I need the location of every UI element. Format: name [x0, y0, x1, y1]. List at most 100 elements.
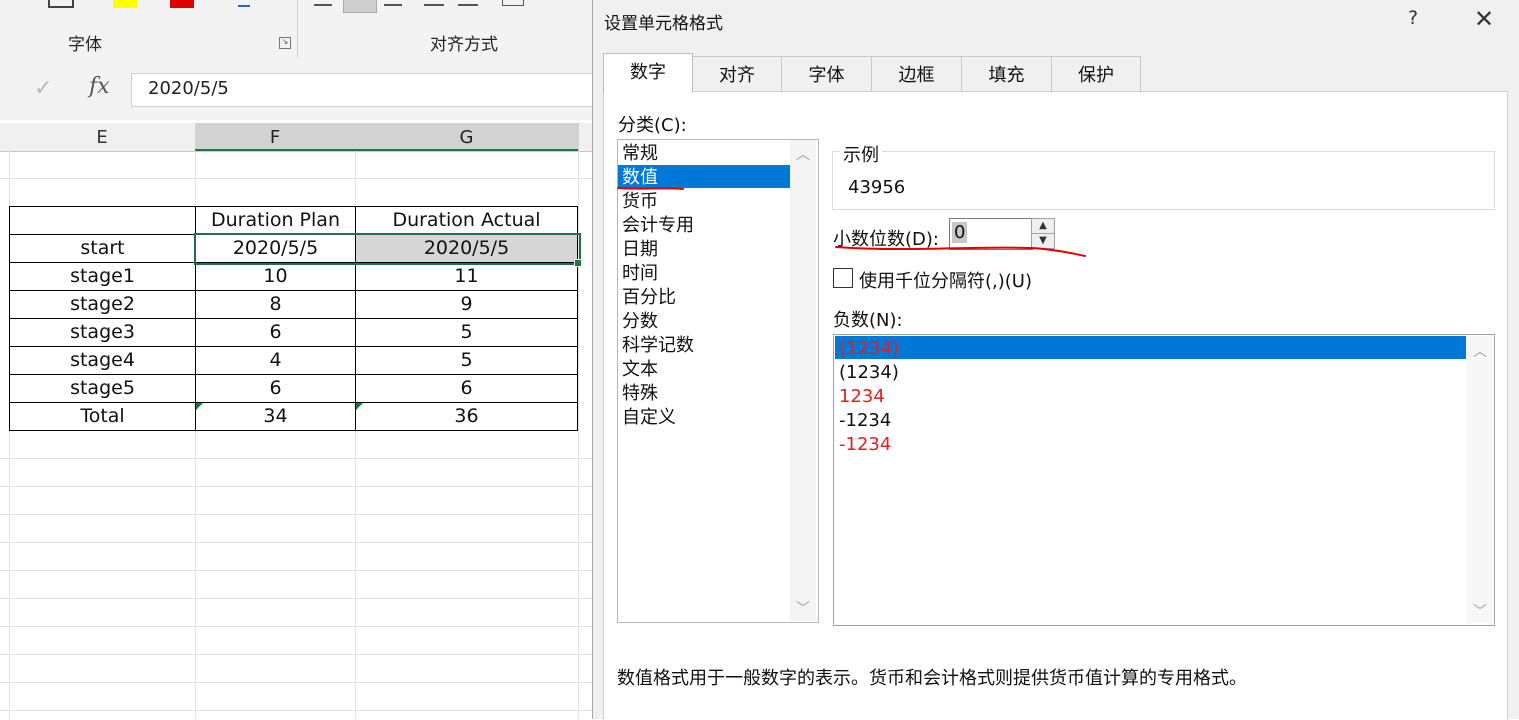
table-cell[interactable]: 8 — [195, 290, 356, 319]
dialog-launcher-icon[interactable]: ↘ — [279, 37, 291, 49]
category-item[interactable]: 时间 — [622, 262, 658, 286]
chevron-down-icon[interactable]: ﹀ — [1473, 601, 1487, 621]
tab-number[interactable]: 数字 — [603, 53, 693, 93]
category-item[interactable]: 日期 — [622, 238, 658, 262]
gridline — [0, 598, 592, 599]
row-label-cell[interactable]: stage3 — [9, 318, 196, 347]
negative-list-scrollbar[interactable] — [1467, 336, 1492, 623]
category-item[interactable]: 百分比 — [622, 286, 676, 310]
gridline — [0, 486, 592, 487]
table-cell[interactable]: 6 — [195, 318, 356, 347]
table-cell[interactable] — [9, 206, 196, 235]
gridline — [0, 458, 592, 459]
tab-font[interactable]: 字体 — [781, 56, 872, 92]
category-scrollbar[interactable] — [790, 140, 816, 621]
negative-option[interactable]: -1234 — [839, 433, 891, 457]
table-header-cell[interactable]: Duration Plan — [195, 206, 356, 235]
gridline — [0, 570, 592, 571]
merge-center-icon[interactable] — [502, 0, 524, 6]
negative-option[interactable]: (1234) — [839, 361, 899, 385]
fill-color-icon[interactable] — [113, 0, 137, 8]
decrease-indent-icon[interactable] — [424, 0, 444, 6]
group-divider — [297, 0, 298, 58]
category-item[interactable]: 科学记数 — [622, 334, 694, 358]
dialog-title: 设置单元格格式 — [604, 14, 723, 34]
category-item-selected[interactable]: 数值 — [622, 166, 658, 190]
thousands-separator-checkbox[interactable] — [833, 268, 853, 288]
table-cell[interactable]: 11 — [355, 262, 578, 291]
category-item[interactable]: 自定义 — [622, 406, 676, 430]
row-label-cell[interactable]: Total — [9, 402, 196, 431]
close-button[interactable]: ✕ — [1474, 5, 1494, 33]
row-label-cell[interactable]: start — [9, 234, 196, 263]
negative-option[interactable]: 1234 — [839, 385, 885, 409]
table-cell[interactable]: 6 — [355, 374, 578, 403]
border-icon[interactable] — [48, 0, 74, 8]
negative-numbers-list[interactable] — [833, 334, 1495, 626]
table-row: stage2 8 9 — [9, 290, 578, 319]
fill-handle[interactable] — [574, 259, 582, 267]
duration-table: Duration Plan Duration Actual start 2020… — [9, 206, 578, 431]
category-item[interactable]: 常规 — [622, 142, 658, 166]
table-cell[interactable]: 4 — [195, 346, 356, 375]
column-header-e[interactable]: E — [9, 123, 196, 151]
gridline — [0, 542, 592, 543]
gridline — [0, 626, 592, 627]
row-label-cell[interactable]: stage2 — [9, 290, 196, 319]
check-icon[interactable]: ✓ — [34, 76, 52, 101]
category-item[interactable]: 文本 — [622, 358, 658, 382]
negative-option[interactable]: (1234) — [839, 337, 899, 361]
table-cell[interactable]: 6 — [195, 374, 356, 403]
chevron-up-icon[interactable]: ︿ — [1473, 341, 1487, 361]
increase-indent-icon[interactable] — [458, 0, 478, 6]
column-header-f[interactable]: F — [195, 123, 356, 151]
align-center-icon[interactable] — [343, 0, 377, 13]
table-cell[interactable]: 5 — [355, 318, 578, 347]
tab-fill[interactable]: 填充 — [961, 56, 1052, 92]
negative-option[interactable]: -1234 — [839, 409, 891, 433]
phonetic-icon[interactable] — [238, 0, 250, 7]
font-color-icon[interactable] — [170, 0, 194, 8]
row-label-cell[interactable]: stage4 — [9, 346, 196, 375]
table-cell[interactable]: 2020/5/5 — [195, 234, 356, 263]
category-label: 分类(C): — [618, 115, 687, 136]
format-description: 数值格式用于一般数字的表示。货币和会计格式则提供货币值计算的专用格式。 — [617, 668, 1247, 689]
category-item[interactable]: 分数 — [622, 310, 658, 334]
tab-border[interactable]: 边框 — [871, 56, 962, 92]
align-left-icon[interactable] — [314, 0, 332, 6]
chevron-down-icon[interactable]: ﹀ — [796, 598, 810, 618]
table-row: stage1 10 11 — [9, 262, 578, 291]
cell-value: 34 — [263, 405, 288, 427]
column-header-g[interactable]: G — [355, 123, 579, 151]
category-item[interactable]: 特殊 — [622, 382, 658, 406]
help-button[interactable]: ? — [1408, 7, 1418, 29]
insert-function-icon[interactable]: fx — [89, 74, 110, 99]
table-cell[interactable]: 2020/5/5 — [355, 234, 578, 263]
table-cell[interactable]: 9 — [355, 290, 578, 319]
table-cell[interactable]: 10 — [195, 262, 356, 291]
align-right-icon[interactable] — [384, 0, 402, 6]
chevron-up-icon[interactable]: ︿ — [796, 144, 810, 164]
sample-value: 43956 — [848, 177, 906, 198]
table-row: Total 34 36 — [9, 402, 578, 431]
gridline — [0, 654, 592, 655]
sample-group — [832, 151, 1495, 210]
tab-alignment[interactable]: 对齐 — [692, 56, 782, 92]
row-label-cell[interactable]: stage1 — [9, 262, 196, 291]
alignment-group-label: 对齐方式 — [430, 35, 498, 55]
row-label-cell[interactable]: stage5 — [9, 374, 196, 403]
sample-label: 示例 — [840, 141, 882, 167]
ribbon: 字体 ↘ 对齐方式 — [0, 0, 592, 63]
cell-value: 36 — [454, 405, 479, 427]
table-cell[interactable]: 5 — [355, 346, 578, 375]
table-cell[interactable]: 36 — [355, 402, 578, 431]
thousands-separator-label[interactable]: 使用千位分隔符(,)(U) — [859, 267, 1032, 293]
table-header-cell[interactable]: Duration Actual — [355, 206, 578, 235]
category-item[interactable]: 会计专用 — [622, 214, 694, 238]
negative-selection-highlight — [835, 336, 1466, 359]
spin-up-button[interactable]: ▲ — [1031, 218, 1055, 234]
category-item[interactable]: 货币 — [622, 190, 658, 214]
spin-down-button[interactable]: ▼ — [1031, 233, 1055, 249]
table-cell[interactable]: 34 — [195, 402, 356, 431]
tab-protection[interactable]: 保护 — [1051, 56, 1141, 92]
